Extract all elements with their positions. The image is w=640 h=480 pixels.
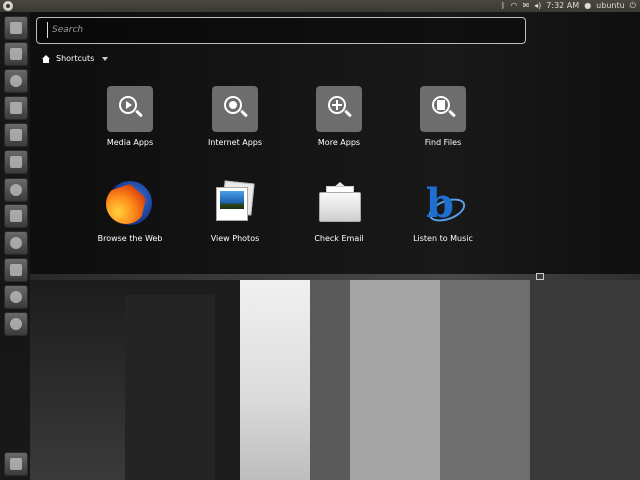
internet-apps-lens-icon xyxy=(212,86,258,132)
apps-lens-icon[interactable] xyxy=(4,285,28,309)
files-lens-icon[interactable] xyxy=(4,312,28,336)
bluetooth-icon[interactable]: ᛒ xyxy=(501,0,506,12)
camera-icon[interactable] xyxy=(4,231,28,255)
user-icon: ● xyxy=(584,1,592,10)
search-input[interactable] xyxy=(47,22,512,38)
app-view-photos[interactable]: View Photos xyxy=(183,178,287,243)
shortcut-find-files[interactable]: Find Files xyxy=(391,86,495,147)
shortcuts-filter[interactable]: Shortcuts xyxy=(42,54,109,63)
shortcut-internet-apps[interactable]: Internet Apps xyxy=(183,86,287,147)
more-apps-lens-icon xyxy=(316,86,362,132)
presentation-icon[interactable] xyxy=(4,150,28,174)
media-apps-lens-icon xyxy=(107,86,153,132)
email-icon xyxy=(314,178,364,228)
app-listen-music[interactable]: b Listen to Music xyxy=(391,178,495,244)
app-check-email[interactable]: Check Email xyxy=(287,178,391,243)
dash-resize-handle[interactable] xyxy=(536,273,544,280)
top-panel: ᛒ ◠ ✉ ◂) 7:32 AM ● ubuntu ⏻ xyxy=(0,0,640,12)
dash-icon[interactable] xyxy=(4,16,28,40)
shortcut-more-apps[interactable]: More Apps xyxy=(287,86,391,147)
power-icon[interactable]: ⏻ xyxy=(630,0,636,12)
wallpaper-building xyxy=(350,260,440,480)
dash-overlay: Shortcuts Media Apps Internet Apps More … xyxy=(30,12,640,280)
section-label: Shortcuts xyxy=(56,54,95,63)
shortcut-label: More Apps xyxy=(317,138,361,147)
mail-icon[interactable]: ✉ xyxy=(522,0,529,12)
user-name[interactable]: ubuntu xyxy=(596,0,625,12)
music-icon: b xyxy=(418,178,469,228)
volume-icon[interactable]: ◂) xyxy=(534,0,541,12)
clock[interactable]: 7:32 AM xyxy=(546,0,579,12)
terminal-icon[interactable] xyxy=(4,258,28,282)
find-files-lens-icon xyxy=(420,86,466,132)
app-browse-web[interactable]: Browse the Web xyxy=(78,178,182,243)
home-icon xyxy=(42,54,50,63)
app-label: Check Email xyxy=(314,234,364,243)
app-label: View Photos xyxy=(210,234,260,243)
app-label: Listen to Music xyxy=(413,234,473,243)
wallpaper-building xyxy=(310,270,350,480)
search-box[interactable] xyxy=(36,17,526,44)
shortcut-label: Internet Apps xyxy=(207,138,263,147)
workspace-icon[interactable] xyxy=(4,452,28,476)
spreadsheet-icon[interactable] xyxy=(4,123,28,147)
settings-icon[interactable] xyxy=(4,178,28,202)
launcher xyxy=(0,12,30,480)
home-folder-icon[interactable] xyxy=(4,42,28,66)
shortcut-media-apps[interactable]: Media Apps xyxy=(78,86,182,147)
ubuntu-logo-icon[interactable] xyxy=(3,1,13,11)
system-tray: ᛒ ◠ ✉ ◂) 7:32 AM ● ubuntu ⏻ xyxy=(501,0,636,12)
photos-icon xyxy=(210,178,260,228)
trash-icon[interactable] xyxy=(4,204,28,228)
firefox-icon[interactable] xyxy=(4,69,28,93)
network-icon[interactable]: ◠ xyxy=(510,0,517,12)
app-label: Browse the Web xyxy=(97,234,163,243)
document-icon[interactable] xyxy=(4,96,28,120)
chevron-down-icon[interactable] xyxy=(102,56,109,61)
shortcut-label: Media Apps xyxy=(106,138,154,147)
shortcut-label: Find Files xyxy=(424,138,462,147)
firefox-icon xyxy=(105,178,155,228)
